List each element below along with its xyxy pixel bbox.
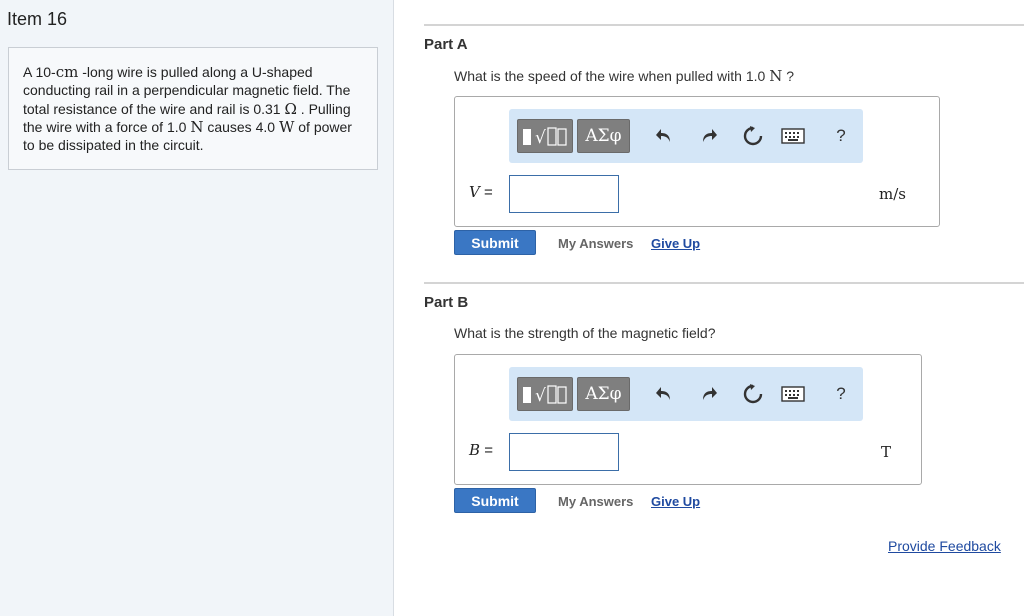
help-icon[interactable]: ?: [827, 122, 855, 150]
svg-text:√: √: [535, 386, 546, 406]
part-b-unit: T: [881, 443, 892, 461]
part-b-title: Part B: [424, 294, 469, 311]
part-b-question: What is the strength of the magnetic fie…: [454, 325, 716, 341]
math-toolbar: √ ΑΣφ ?: [509, 109, 863, 163]
help-icon[interactable]: ?: [827, 380, 855, 408]
unit-newton: N: [190, 117, 204, 136]
templates-button[interactable]: √: [517, 377, 573, 411]
templates-button[interactable]: √: [517, 119, 573, 153]
templates-icon: √: [523, 385, 567, 406]
keyboard-icon[interactable]: [779, 380, 807, 408]
part-b-variable-label: B =: [469, 441, 493, 459]
part-a-unit: m/s: [879, 185, 906, 203]
part-a-answer-box: √ ΑΣφ ? V = m/s: [454, 96, 940, 227]
reset-icon[interactable]: [739, 122, 767, 150]
keyboard-icon[interactable]: [779, 122, 807, 150]
part-a-question: What is the speed of the wire when pulle…: [454, 67, 794, 85]
part-b-submit-button[interactable]: Submit: [454, 488, 536, 513]
undo-icon[interactable]: [650, 380, 678, 408]
undo-icon[interactable]: [650, 122, 678, 150]
part-a-give-up-link[interactable]: Give Up: [651, 236, 700, 251]
svg-text:√: √: [535, 128, 546, 148]
part-a-title: Part A: [424, 36, 468, 53]
unit-ohm: Ω: [284, 99, 297, 118]
part-a-divider: [424, 24, 1024, 26]
part-a-variable-label: V =: [469, 183, 493, 201]
redo-icon[interactable]: [695, 380, 723, 408]
part-b-divider: [424, 282, 1024, 284]
problem-pane: Item 16 A 10-cm -long wire is pulled alo…: [0, 0, 394, 616]
item-title: Item 16: [7, 9, 68, 29]
provide-feedback-link[interactable]: Provide Feedback: [888, 538, 1001, 554]
part-b-give-up-link[interactable]: Give Up: [651, 494, 700, 509]
part-b-my-answers-label: My Answers: [558, 494, 634, 509]
problem-text: A 10-: [23, 64, 56, 80]
part-a-answer-input[interactable]: [509, 175, 619, 213]
templates-icon: √: [523, 127, 567, 148]
problem-text: causes 4.0: [203, 118, 279, 135]
part-b-answer-box: √ ΑΣφ ? B = T: [454, 354, 922, 485]
greek-symbols-button[interactable]: ΑΣφ: [577, 377, 630, 411]
unit-cm: cm: [55, 63, 79, 81]
greek-symbols-button[interactable]: ΑΣφ: [577, 119, 630, 153]
part-a-my-answers-label: My Answers: [558, 236, 634, 251]
problem-statement: A 10-cm -long wire is pulled along a U-s…: [8, 47, 378, 170]
math-toolbar: √ ΑΣφ ?: [509, 367, 863, 421]
redo-icon[interactable]: [695, 122, 723, 150]
part-b-answer-input[interactable]: [509, 433, 619, 471]
reset-icon[interactable]: [739, 380, 767, 408]
part-a-submit-button[interactable]: Submit: [454, 230, 536, 255]
unit-watt: W: [278, 117, 295, 136]
